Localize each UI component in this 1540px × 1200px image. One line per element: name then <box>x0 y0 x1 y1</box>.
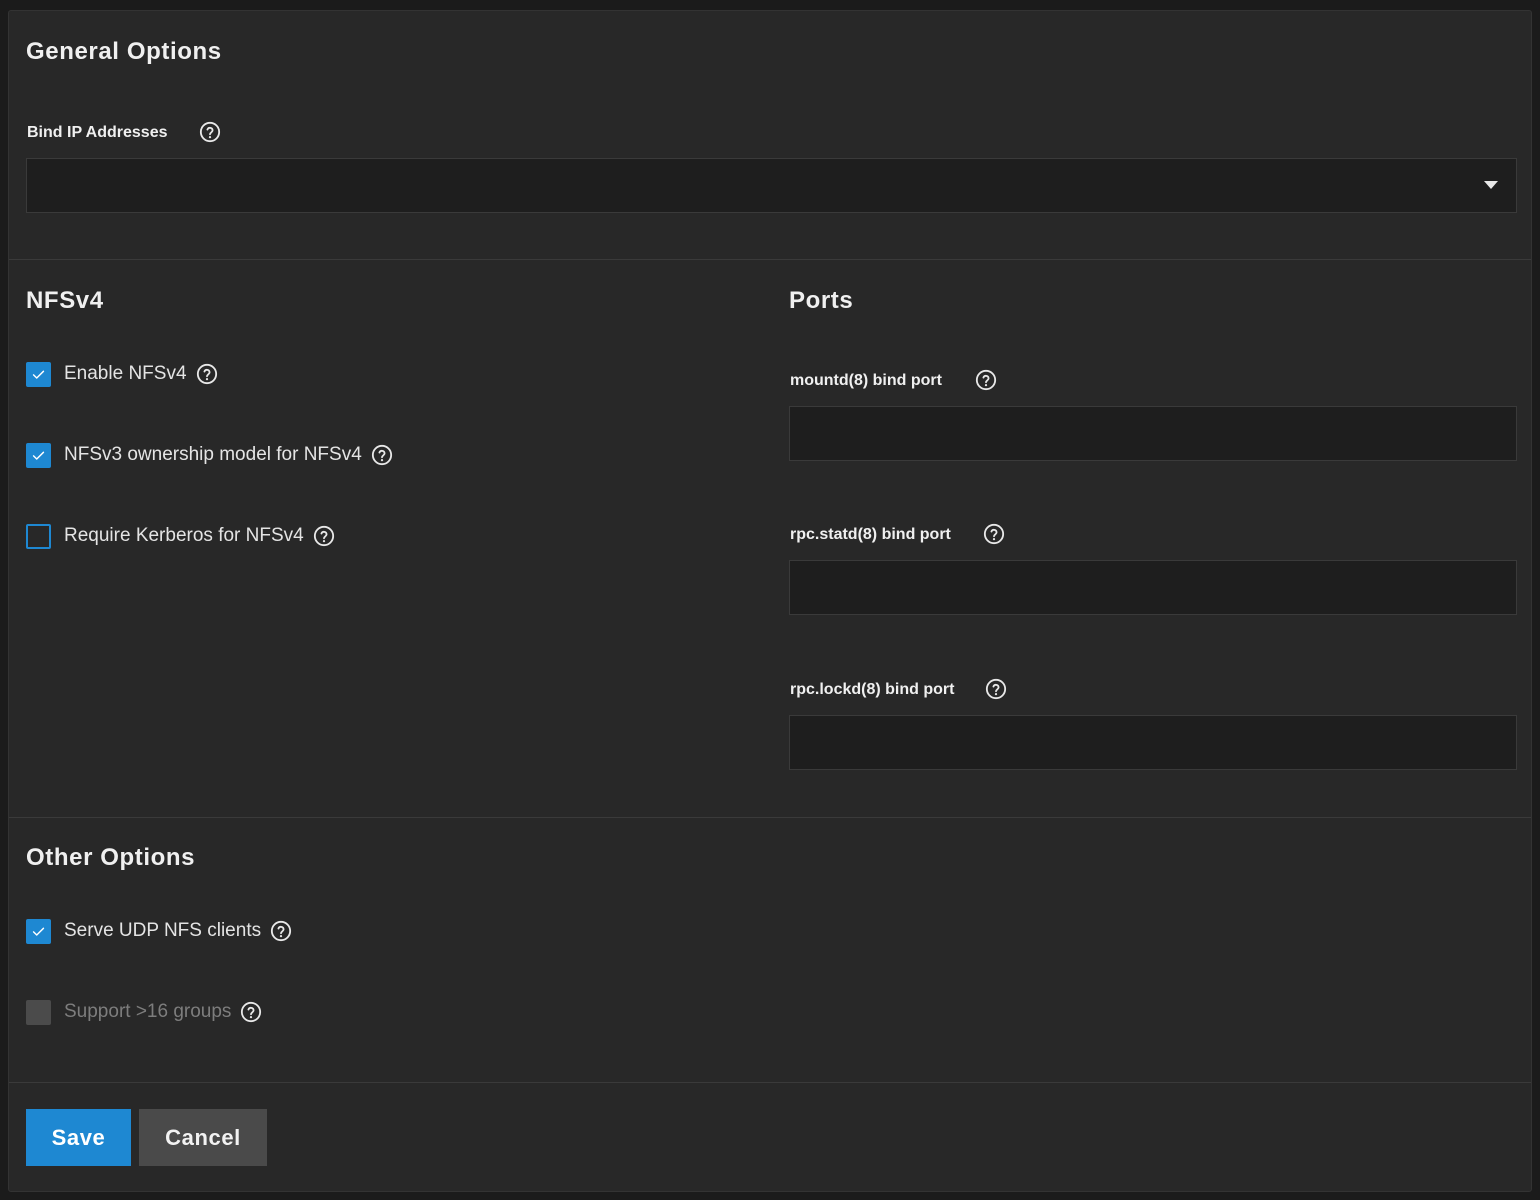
mountd-port-input[interactable] <box>789 406 1517 461</box>
help-icon[interactable] <box>313 525 335 547</box>
rpc-lockd-port-label: rpc.lockd(8) bind port <box>790 681 955 698</box>
nfsv3-ownership-checkbox[interactable] <box>26 442 51 468</box>
enable-nfsv4-checkbox[interactable] <box>26 361 51 387</box>
mountd-port-label: mountd(8) bind port <box>790 372 942 389</box>
help-icon[interactable] <box>985 678 1007 700</box>
nfsv3-ownership-label[interactable]: NFSv3 ownership model for NFSv4 <box>64 444 362 466</box>
checkmark-icon <box>32 451 45 460</box>
enable-nfsv4-option: Enable NFSv4 <box>26 361 218 387</box>
checkmark-icon <box>32 927 45 936</box>
checkmark-icon <box>32 370 45 379</box>
help-icon[interactable] <box>199 121 221 143</box>
help-icon[interactable] <box>196 363 218 385</box>
require-kerberos-checkbox[interactable] <box>26 523 51 549</box>
support-16-groups-checkbox <box>26 999 51 1025</box>
rpc-lockd-port-input[interactable] <box>789 715 1517 770</box>
serve-udp-checkbox[interactable] <box>26 918 51 944</box>
help-icon[interactable] <box>371 444 393 466</box>
require-kerberos-label[interactable]: Require Kerberos for NFSv4 <box>64 525 304 547</box>
nfsv3-ownership-option: NFSv3 ownership model for NFSv4 <box>26 442 393 468</box>
section-divider <box>9 259 1531 260</box>
other-options-title: Other Options <box>26 844 196 871</box>
serve-udp-option: Serve UDP NFS clients <box>26 918 292 944</box>
rpc-statd-port-input[interactable] <box>789 560 1517 615</box>
general-options-title: General Options <box>26 38 222 65</box>
help-icon[interactable] <box>983 523 1005 545</box>
ports-title: Ports <box>789 287 854 314</box>
bind-ip-select[interactable] <box>26 158 1517 213</box>
help-icon[interactable] <box>240 1001 262 1023</box>
nfsv4-title: NFSv4 <box>26 287 104 314</box>
bind-ip-label: Bind IP Addresses <box>27 124 168 141</box>
cancel-button[interactable]: Cancel <box>139 1109 267 1166</box>
chevron-down-icon <box>1484 181 1498 189</box>
serve-udp-label[interactable]: Serve UDP NFS clients <box>64 920 261 942</box>
support-16-groups-option: Support >16 groups <box>26 999 262 1025</box>
enable-nfsv4-label[interactable]: Enable NFSv4 <box>64 363 187 385</box>
require-kerberos-option: Require Kerberos for NFSv4 <box>26 523 335 549</box>
section-divider <box>9 817 1531 818</box>
section-divider <box>9 1082 1531 1083</box>
save-button[interactable]: Save <box>26 1109 131 1166</box>
help-icon[interactable] <box>975 369 997 391</box>
support-16-groups-label: Support >16 groups <box>64 1001 232 1022</box>
nfs-settings-panel: General Options Bind IP Addresses NFSv4 … <box>8 10 1532 1192</box>
rpc-statd-port-label: rpc.statd(8) bind port <box>790 526 951 543</box>
help-icon[interactable] <box>270 920 292 942</box>
